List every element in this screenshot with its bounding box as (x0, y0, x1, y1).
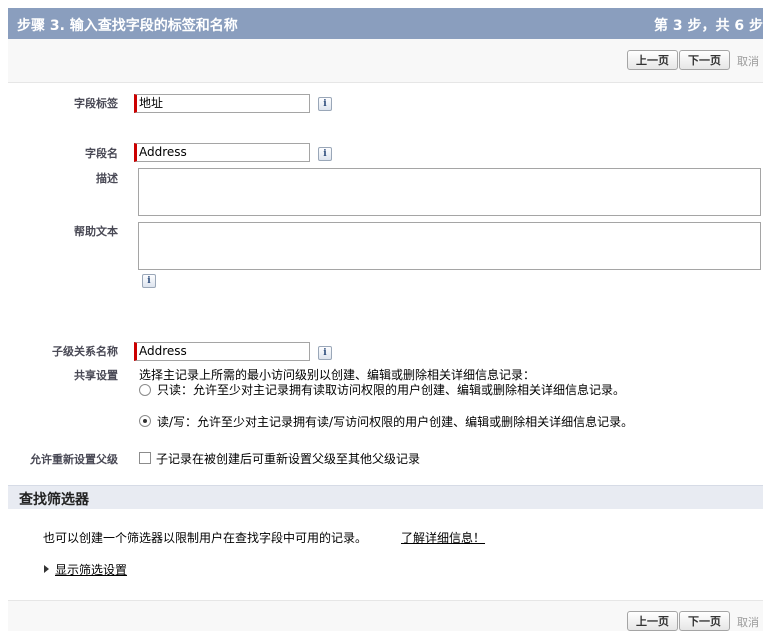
expand-triangle-icon[interactable] (44, 565, 49, 573)
read-only-radio[interactable] (139, 384, 151, 396)
description-label: 描述 (96, 172, 118, 185)
field-label-input[interactable]: 地址 (134, 94, 310, 113)
reparent-checkbox-label: 子记录在被创建后可重新设置父级至其他父级记录 (156, 452, 421, 466)
child-relationship-input[interactable]: Address (134, 342, 310, 361)
next-button[interactable]: 下一页 (679, 611, 730, 631)
reparent-checkbox[interactable] (139, 452, 151, 464)
lookup-filter-section-header: 查找筛选器 (8, 485, 763, 509)
field-name-input[interactable]: Address (134, 143, 310, 162)
field-name-label: 字段名 (85, 147, 118, 160)
child-relationship-label: 子级关系名称 (52, 345, 118, 358)
next-button[interactable]: 下一页 (679, 50, 730, 70)
info-icon[interactable]: i (318, 97, 332, 111)
read-write-radio[interactable] (139, 415, 151, 427)
reparent-label: 允许重新设置父级 (30, 453, 118, 466)
learn-more-link[interactable]: 了解详细信息！ (401, 529, 485, 546)
section-title: 查找筛选器 (19, 492, 89, 508)
lookup-filter-description: 也可以创建一个筛选器以限制用户在查找字段中可用的记录。 (43, 531, 368, 545)
bottom-nav-bar: 上一页 下一页 取消 (8, 600, 763, 631)
wizard-header: 步骤 3. 输入查找字段的标签和名称 第 3 步，共 6 步 (8, 8, 763, 39)
page-title: 步骤 3. 输入查找字段的标签和名称 (17, 18, 238, 34)
prev-button[interactable]: 上一页 (627, 50, 678, 70)
help-text-label: 帮助文本 (74, 225, 118, 238)
help-text-textarea[interactable] (138, 222, 761, 270)
cancel-button[interactable]: 取消 (737, 53, 759, 69)
read-only-option-label: 只读：允许至少对主记录拥有读取访问权限的用户创建、编辑或删除相关详细信息记录。 (157, 383, 626, 397)
description-textarea[interactable] (138, 168, 761, 216)
show-filter-settings-link[interactable]: 显示筛选设置 (55, 561, 127, 578)
prev-button[interactable]: 上一页 (627, 611, 678, 631)
step-indicator: 第 3 步，共 6 步 (654, 18, 763, 34)
cancel-button[interactable]: 取消 (737, 614, 759, 630)
field-label-label: 字段标签 (74, 97, 118, 110)
info-icon[interactable]: i (318, 346, 332, 360)
sharing-settings-label: 共享设置 (74, 369, 118, 382)
info-icon[interactable]: i (318, 147, 332, 161)
top-nav-bar: 上一页 下一页 取消 (8, 39, 763, 83)
read-write-option-label: 读/写：允许至少对主记录拥有读/写访问权限的用户创建、编辑或删除相关详细信息记录… (157, 415, 634, 429)
info-icon[interactable]: i (142, 274, 156, 288)
